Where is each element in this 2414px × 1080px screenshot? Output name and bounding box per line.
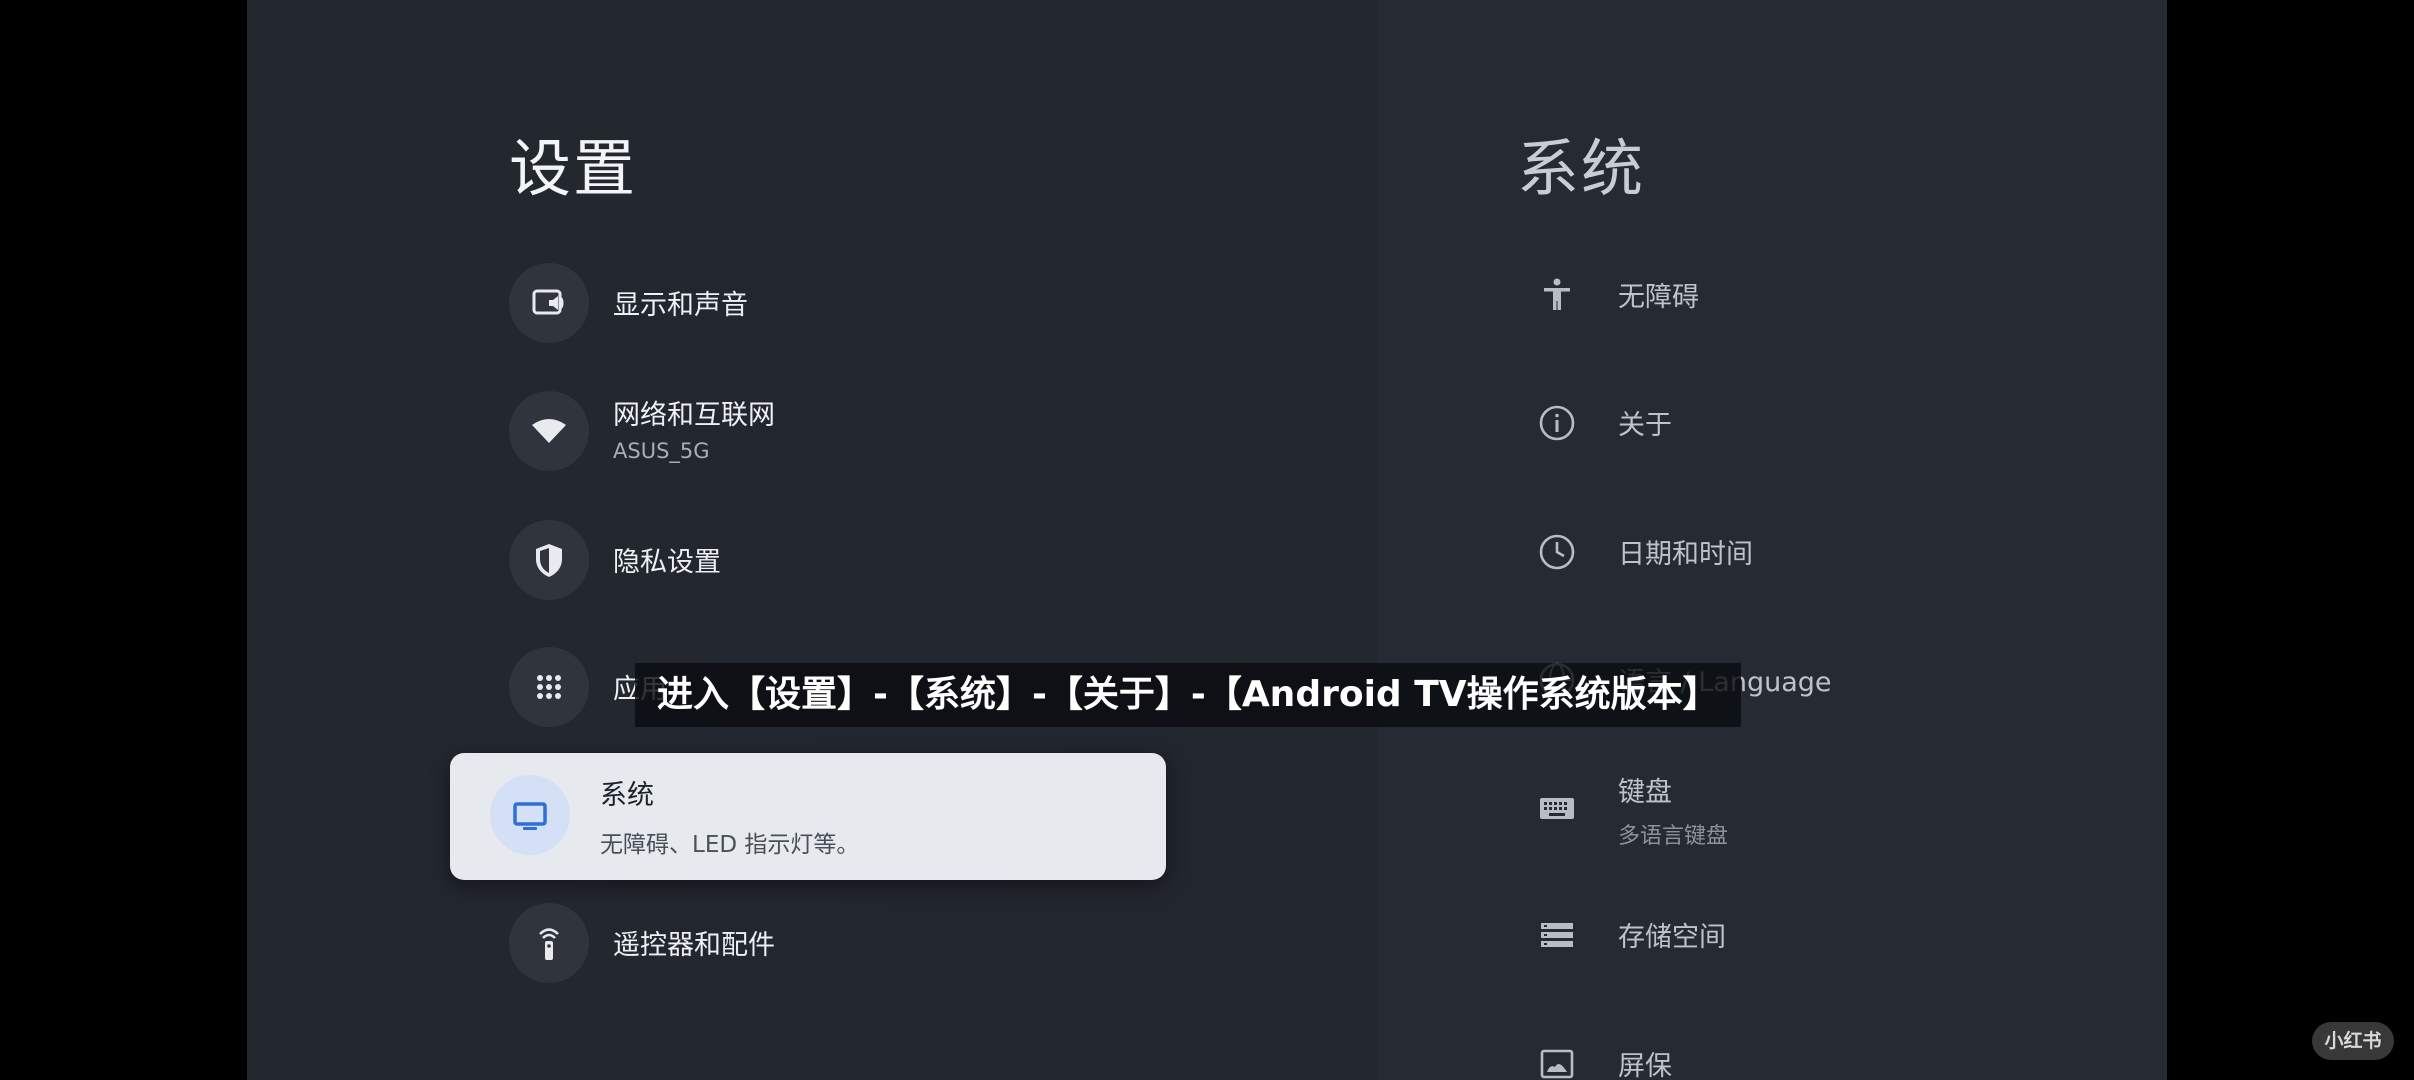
system-item-label: 键盘: [1618, 777, 1672, 808]
menu-label: 系统: [600, 780, 654, 811]
settings-title: 设置: [509, 132, 638, 205]
display-sound-icon: [509, 263, 589, 343]
screensaver-icon: [1517, 1024, 1597, 1080]
menu-item-display-sound[interactable]: 显示和声音: [509, 263, 1129, 343]
shield-icon: [509, 520, 589, 600]
system-item-sublabel: 多语言键盘: [1618, 824, 1729, 849]
menu-item-network[interactable]: 网络和互联网 ASUS_5G: [509, 391, 1129, 471]
system-item-date-time[interactable]: 日期和时间: [1517, 512, 2077, 592]
menu-sublabel: 无障碍、LED 指示灯等。: [600, 832, 860, 858]
info-icon: [1517, 383, 1597, 463]
xiaohongshu-watermark: 小红书: [2312, 1022, 2394, 1060]
system-item-label: 存储空间: [1618, 922, 1726, 953]
menu-label: 遥控器和配件: [613, 930, 775, 961]
tv-settings-screen: 设置 系统 显示和声音 网络和互联网 ASUS_5G 隐私设置 应用 系统 无障…: [247, 0, 2167, 1080]
menu-label: 隐私设置: [613, 547, 721, 578]
apps-grid-icon: [509, 647, 589, 727]
system-item-label: 屏保: [1618, 1051, 1672, 1080]
system-item-keyboard[interactable]: 键盘 多语言键盘: [1517, 768, 2077, 849]
menu-item-system-selected[interactable]: 系统 无障碍、LED 指示灯等。: [450, 753, 1166, 880]
remote-icon: [509, 903, 589, 983]
system-item-storage[interactable]: 存储空间: [1517, 895, 2077, 975]
clock-icon: [1517, 512, 1597, 592]
wifi-icon: [509, 391, 589, 471]
keyboard-icon: [1517, 768, 1597, 848]
system-item-about[interactable]: 关于: [1517, 383, 2077, 463]
menu-item-privacy[interactable]: 隐私设置: [509, 520, 1129, 600]
system-item-accessibility[interactable]: 无障碍: [1517, 255, 2077, 335]
menu-sublabel: ASUS_5G: [613, 439, 710, 463]
menu-label: 显示和声音: [613, 290, 748, 321]
system-item-label: 关于: [1618, 410, 1672, 441]
system-item-label: 日期和时间: [1618, 539, 1753, 570]
storage-icon: [1517, 895, 1597, 975]
system-item-screensaver[interactable]: 屏保: [1517, 1024, 2077, 1080]
tv-icon: [490, 775, 570, 855]
system-title: 系统: [1517, 132, 1646, 205]
system-item-label: 无障碍: [1618, 282, 1699, 313]
accessibility-icon: [1517, 255, 1597, 335]
subtitle-caption: 进入【设置】-【系统】-【关于】-【Android TV操作系统版本】: [635, 663, 1741, 727]
menu-label: 网络和互联网: [613, 400, 775, 431]
menu-item-remote[interactable]: 遥控器和配件: [509, 903, 1129, 983]
